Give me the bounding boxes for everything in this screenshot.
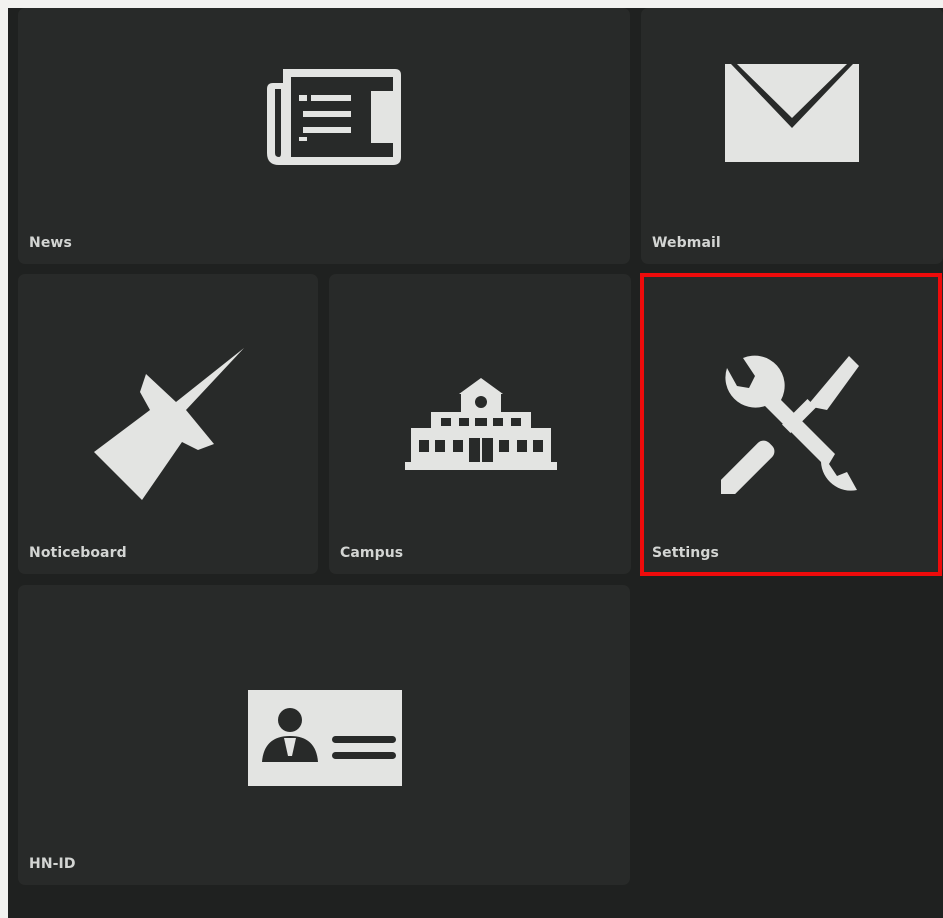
campus-label: Campus [340, 545, 404, 561]
noticeboard-label: Noticeboard [29, 545, 127, 561]
webmail-tile[interactable]: Webmail [641, 8, 943, 264]
noticeboard-tile[interactable]: Noticeboard [18, 274, 318, 574]
settings-tile[interactable]: Settings [641, 274, 943, 574]
wrench-screwdriver-icon [721, 355, 859, 494]
pushpin-icon [94, 348, 244, 500]
building-icon [405, 378, 557, 470]
newspaper-icon [267, 69, 401, 165]
dashboard-screen: News Webmail Noticeboard Campus Settings… [8, 8, 943, 918]
webmail-label: Webmail [652, 235, 721, 251]
hnid-label: HN-ID [29, 856, 76, 872]
news-label: News [29, 235, 72, 251]
settings-label: Settings [652, 545, 719, 561]
id-card-icon [248, 690, 402, 786]
campus-tile[interactable]: Campus [329, 274, 631, 574]
news-tile[interactable]: News [18, 8, 630, 264]
hnid-tile[interactable]: HN-ID [18, 585, 630, 885]
envelope-icon [725, 64, 859, 162]
